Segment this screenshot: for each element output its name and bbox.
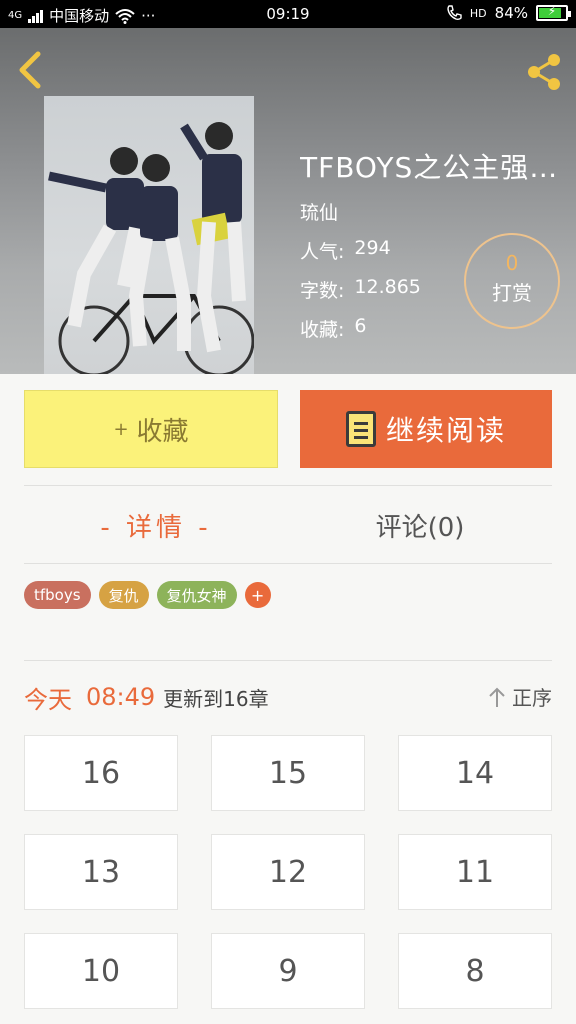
book-title: TFBOYS之公主强… — [300, 151, 559, 184]
tip-button[interactable]: 0 打赏 — [464, 233, 560, 329]
chapter-button[interactable]: 15 — [211, 735, 365, 811]
wordcount-value: 12.865 — [354, 276, 421, 298]
chapter-button[interactable]: 12 — [211, 834, 365, 910]
sort-label: 正序 — [512, 686, 552, 710]
divider — [24, 485, 552, 486]
book-cover-image[interactable] — [44, 96, 254, 374]
arrow-up-icon — [489, 687, 505, 707]
book-author[interactable]: 琉仙 — [300, 198, 576, 225]
collect-button[interactable]: + 收藏 — [24, 390, 278, 468]
continue-reading-button[interactable]: 继续阅读 — [300, 390, 552, 468]
wordcount-label: 字数: — [300, 280, 345, 302]
favorites-label: 收藏: — [300, 319, 345, 341]
tip-count: 0 — [505, 251, 519, 275]
update-text: 更新到16章 — [163, 686, 269, 711]
phone-icon — [447, 5, 462, 21]
tip-label: 打赏 — [492, 281, 532, 305]
battery-icon: ⚡ — [536, 4, 571, 21]
chapter-button[interactable]: 11 — [398, 834, 552, 910]
chapter-button[interactable]: 16 — [24, 735, 178, 811]
tag-item[interactable]: 复仇女神 — [156, 581, 237, 609]
divider — [24, 660, 552, 661]
book-header: TFBOYS之公主强… 琉仙 人气: 294 字数: 12.865 收藏: 6 … — [0, 28, 576, 374]
popularity-value: 294 — [354, 237, 391, 259]
book-icon — [345, 411, 376, 447]
divider — [24, 563, 552, 564]
chapter-button[interactable]: 9 — [211, 933, 365, 1009]
status-bar: 4G 中国移动 ··· 09:19 HD 84% ⚡ — [0, 0, 576, 28]
update-time: 08:49 — [86, 683, 156, 711]
tag-list: tfboys 复仇 复仇女神 + — [24, 581, 271, 609]
update-day: 今天 — [24, 685, 72, 714]
tab-detail[interactable]: - 详情 - — [24, 500, 288, 550]
chapter-button[interactable]: 14 — [398, 735, 552, 811]
tag-item[interactable]: tfboys — [24, 581, 91, 609]
chapter-button[interactable]: 8 — [398, 933, 552, 1009]
status-right: HD 84% ⚡ — [446, 4, 571, 22]
collect-label: 收藏 — [136, 416, 189, 447]
tab-comments[interactable]: 评论(0) — [288, 500, 552, 550]
hd-badge: HD — [469, 6, 487, 20]
sort-order-button[interactable]: 正序 — [488, 682, 552, 711]
back-arrow-icon[interactable] — [12, 48, 48, 92]
tag-item[interactable]: 复仇 — [98, 581, 149, 609]
favorites-value: 6 — [354, 315, 367, 337]
add-tag-button[interactable]: + — [244, 582, 271, 608]
charging-icon: ⚡ — [547, 4, 557, 18]
chapter-button[interactable]: 10 — [24, 933, 178, 1009]
continue-reading-label: 继续阅读 — [385, 414, 506, 447]
chapter-button[interactable]: 13 — [24, 834, 178, 910]
update-info: 今天 08:49 更新到16章 正序 — [24, 678, 552, 716]
cover-illustration — [48, 122, 254, 374]
plus-icon: + — [113, 418, 129, 440]
share-icon[interactable] — [522, 50, 566, 94]
popularity-label: 人气: — [300, 241, 345, 263]
battery-percent: 84% — [494, 4, 528, 22]
